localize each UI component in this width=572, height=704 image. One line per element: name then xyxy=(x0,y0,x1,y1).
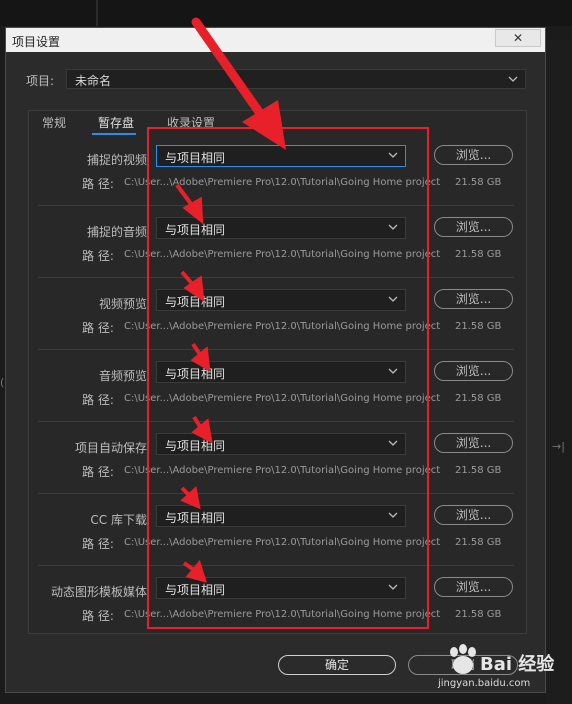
watermark-url: jingyan.baidu.com xyxy=(438,678,531,689)
path-label: 路 径: xyxy=(82,465,114,479)
scratch-group-project-auto-save: 项目自动保存 与项目相同 浏览... 路 径: C:\User...\Adobe… xyxy=(6,433,547,511)
audio-previews-select[interactable]: 与项目相同 xyxy=(156,361,406,383)
scratch-group-audio-previews: 音频预览 与项目相同 浏览... 路 径: C:\User...\Adobe\P… xyxy=(6,361,547,439)
free-space: 21.58 GB xyxy=(455,609,502,620)
paw-logo-icon xyxy=(450,644,476,674)
divider xyxy=(38,277,514,278)
captured-audio-select[interactable]: 与项目相同 xyxy=(156,217,406,239)
chevron-down-icon xyxy=(388,512,398,518)
path-label: 路 径: xyxy=(82,321,114,335)
path-value: C:\User...\Adobe\Premiere Pro\12.0\Tutor… xyxy=(124,249,441,260)
scratch-group-video-previews: 视频预览 与项目相同 浏览... 路 径: C:\User...\Adobe\P… xyxy=(6,289,547,367)
divider xyxy=(38,493,514,494)
chevron-down-icon xyxy=(388,296,398,302)
motion-graphics-template-media-value: 与项目相同 xyxy=(165,583,226,597)
dialog-title: 项目设置 xyxy=(12,35,61,49)
audio-previews-browse-button[interactable]: 浏览... xyxy=(434,361,513,381)
path-label: 路 径: xyxy=(82,249,114,263)
project-label: 项目: xyxy=(26,74,55,88)
captured-audio-label: 捕捉的音频 xyxy=(86,225,147,239)
video-previews-label: 视频预览 xyxy=(98,297,147,311)
chevron-down-icon xyxy=(508,76,518,82)
free-space: 21.58 GB xyxy=(455,465,502,476)
project-auto-save-browse-button[interactable]: 浏览... xyxy=(434,433,513,453)
divider xyxy=(38,565,514,566)
captured-audio-browse-button[interactable]: 浏览... xyxy=(434,217,513,237)
cc-library-downloads-browse-button[interactable]: 浏览... xyxy=(434,505,513,525)
chevron-down-icon xyxy=(388,368,398,374)
watermark-brand: Bai 经验 xyxy=(480,654,555,675)
ok-button[interactable]: 确定 xyxy=(278,655,396,675)
audio-previews-value: 与项目相同 xyxy=(165,367,226,381)
motion-graphics-template-media-label: 动态图形模板媒体 xyxy=(50,585,147,599)
project-auto-save-select[interactable]: 与项目相同 xyxy=(156,433,406,455)
scratch-group-cc-library-downloads: CC 库下载 与项目相同 浏览... 路 径: C:\User...\Adobe… xyxy=(6,505,547,583)
cc-library-downloads-select[interactable]: 与项目相同 xyxy=(156,505,406,527)
tab-general[interactable]: 常规 xyxy=(42,114,66,131)
chevron-down-icon xyxy=(388,224,398,230)
free-space: 21.58 GB xyxy=(455,321,502,332)
path-value: C:\User...\Adobe\Premiere Pro\12.0\Tutor… xyxy=(124,321,441,332)
baidu-jingyan-watermark: Bai 经验 jingyan.baidu.com xyxy=(436,640,568,696)
path-label: 路 径: xyxy=(82,537,114,551)
chevron-down-icon xyxy=(388,584,398,590)
divider xyxy=(38,421,514,422)
project-select[interactable]: 未命名 xyxy=(66,69,526,89)
captured-video-value: 与项目相同 xyxy=(165,151,226,165)
project-settings-dialog: 项目设置 ✕ 项目: 未命名 常规 暂存盘 收录设置 捕捉的视频 与项目相同 浏… xyxy=(5,27,546,693)
tab-ingest-settings[interactable]: 收录设置 xyxy=(167,114,215,131)
chevron-down-icon xyxy=(388,440,398,446)
video-previews-value: 与项目相同 xyxy=(165,295,226,309)
path-value: C:\User...\Adobe\Premiere Pro\12.0\Tutor… xyxy=(124,465,441,476)
free-space: 21.58 GB xyxy=(455,249,502,260)
path-value: C:\User...\Adobe\Premiere Pro\12.0\Tutor… xyxy=(124,537,441,548)
path-value: C:\User...\Adobe\Premiere Pro\12.0\Tutor… xyxy=(124,177,441,188)
path-label: 路 径: xyxy=(82,609,114,623)
divider xyxy=(38,205,514,206)
project-auto-save-label: 项目自动保存 xyxy=(74,441,147,455)
scratch-group-captured-video: 捕捉的视频 与项目相同 浏览... 路 径: C:\User...\Adobe\… xyxy=(6,145,547,223)
scratch-group-captured-audio: 捕捉的音频 与项目相同 浏览... 路 径: C:\User...\Adobe\… xyxy=(6,217,547,295)
close-button[interactable]: ✕ xyxy=(495,29,541,47)
project-select-value: 未命名 xyxy=(75,74,112,88)
captured-video-label: 捕捉的视频 xyxy=(86,153,147,167)
cc-library-downloads-value: 与项目相同 xyxy=(165,511,226,525)
audio-previews-label: 音频预览 xyxy=(98,369,147,383)
active-tab-indicator xyxy=(92,133,136,135)
path-label: 路 径: xyxy=(82,393,114,407)
background-app-header xyxy=(0,0,572,26)
background-divider xyxy=(96,0,98,26)
video-previews-browse-button[interactable]: 浏览... xyxy=(434,289,513,309)
motion-graphics-template-media-browse-button[interactable]: 浏览... xyxy=(434,577,513,597)
divider xyxy=(38,349,514,350)
chevron-down-icon xyxy=(388,152,398,158)
free-space: 21.58 GB xyxy=(455,393,502,404)
video-previews-select[interactable]: 与项目相同 xyxy=(156,289,406,311)
background-right-panel xyxy=(546,40,572,704)
captured-video-select[interactable]: 与项目相同 xyxy=(156,145,406,167)
free-space: 21.58 GB xyxy=(455,177,502,188)
path-label: 路 径: xyxy=(82,177,114,191)
tab-scratch-disks[interactable]: 暂存盘 xyxy=(98,114,134,131)
motion-graphics-template-media-select[interactable]: 与项目相同 xyxy=(156,577,406,599)
project-auto-save-value: 与项目相同 xyxy=(165,439,226,453)
background-arrow-icon: →| xyxy=(552,440,565,453)
title-bar: 项目设置 ✕ xyxy=(6,28,545,52)
free-space: 21.58 GB xyxy=(455,537,502,548)
close-icon: ✕ xyxy=(512,31,524,45)
path-value: C:\User...\Adobe\Premiere Pro\12.0\Tutor… xyxy=(124,393,441,404)
cc-library-downloads-label: CC 库下载 xyxy=(90,513,147,527)
path-value: C:\User...\Adobe\Premiere Pro\12.0\Tutor… xyxy=(124,609,441,620)
captured-video-browse-button[interactable]: 浏览... xyxy=(434,145,513,165)
background-left-edge-icon: ( xyxy=(0,376,5,389)
captured-audio-value: 与项目相同 xyxy=(165,223,226,237)
